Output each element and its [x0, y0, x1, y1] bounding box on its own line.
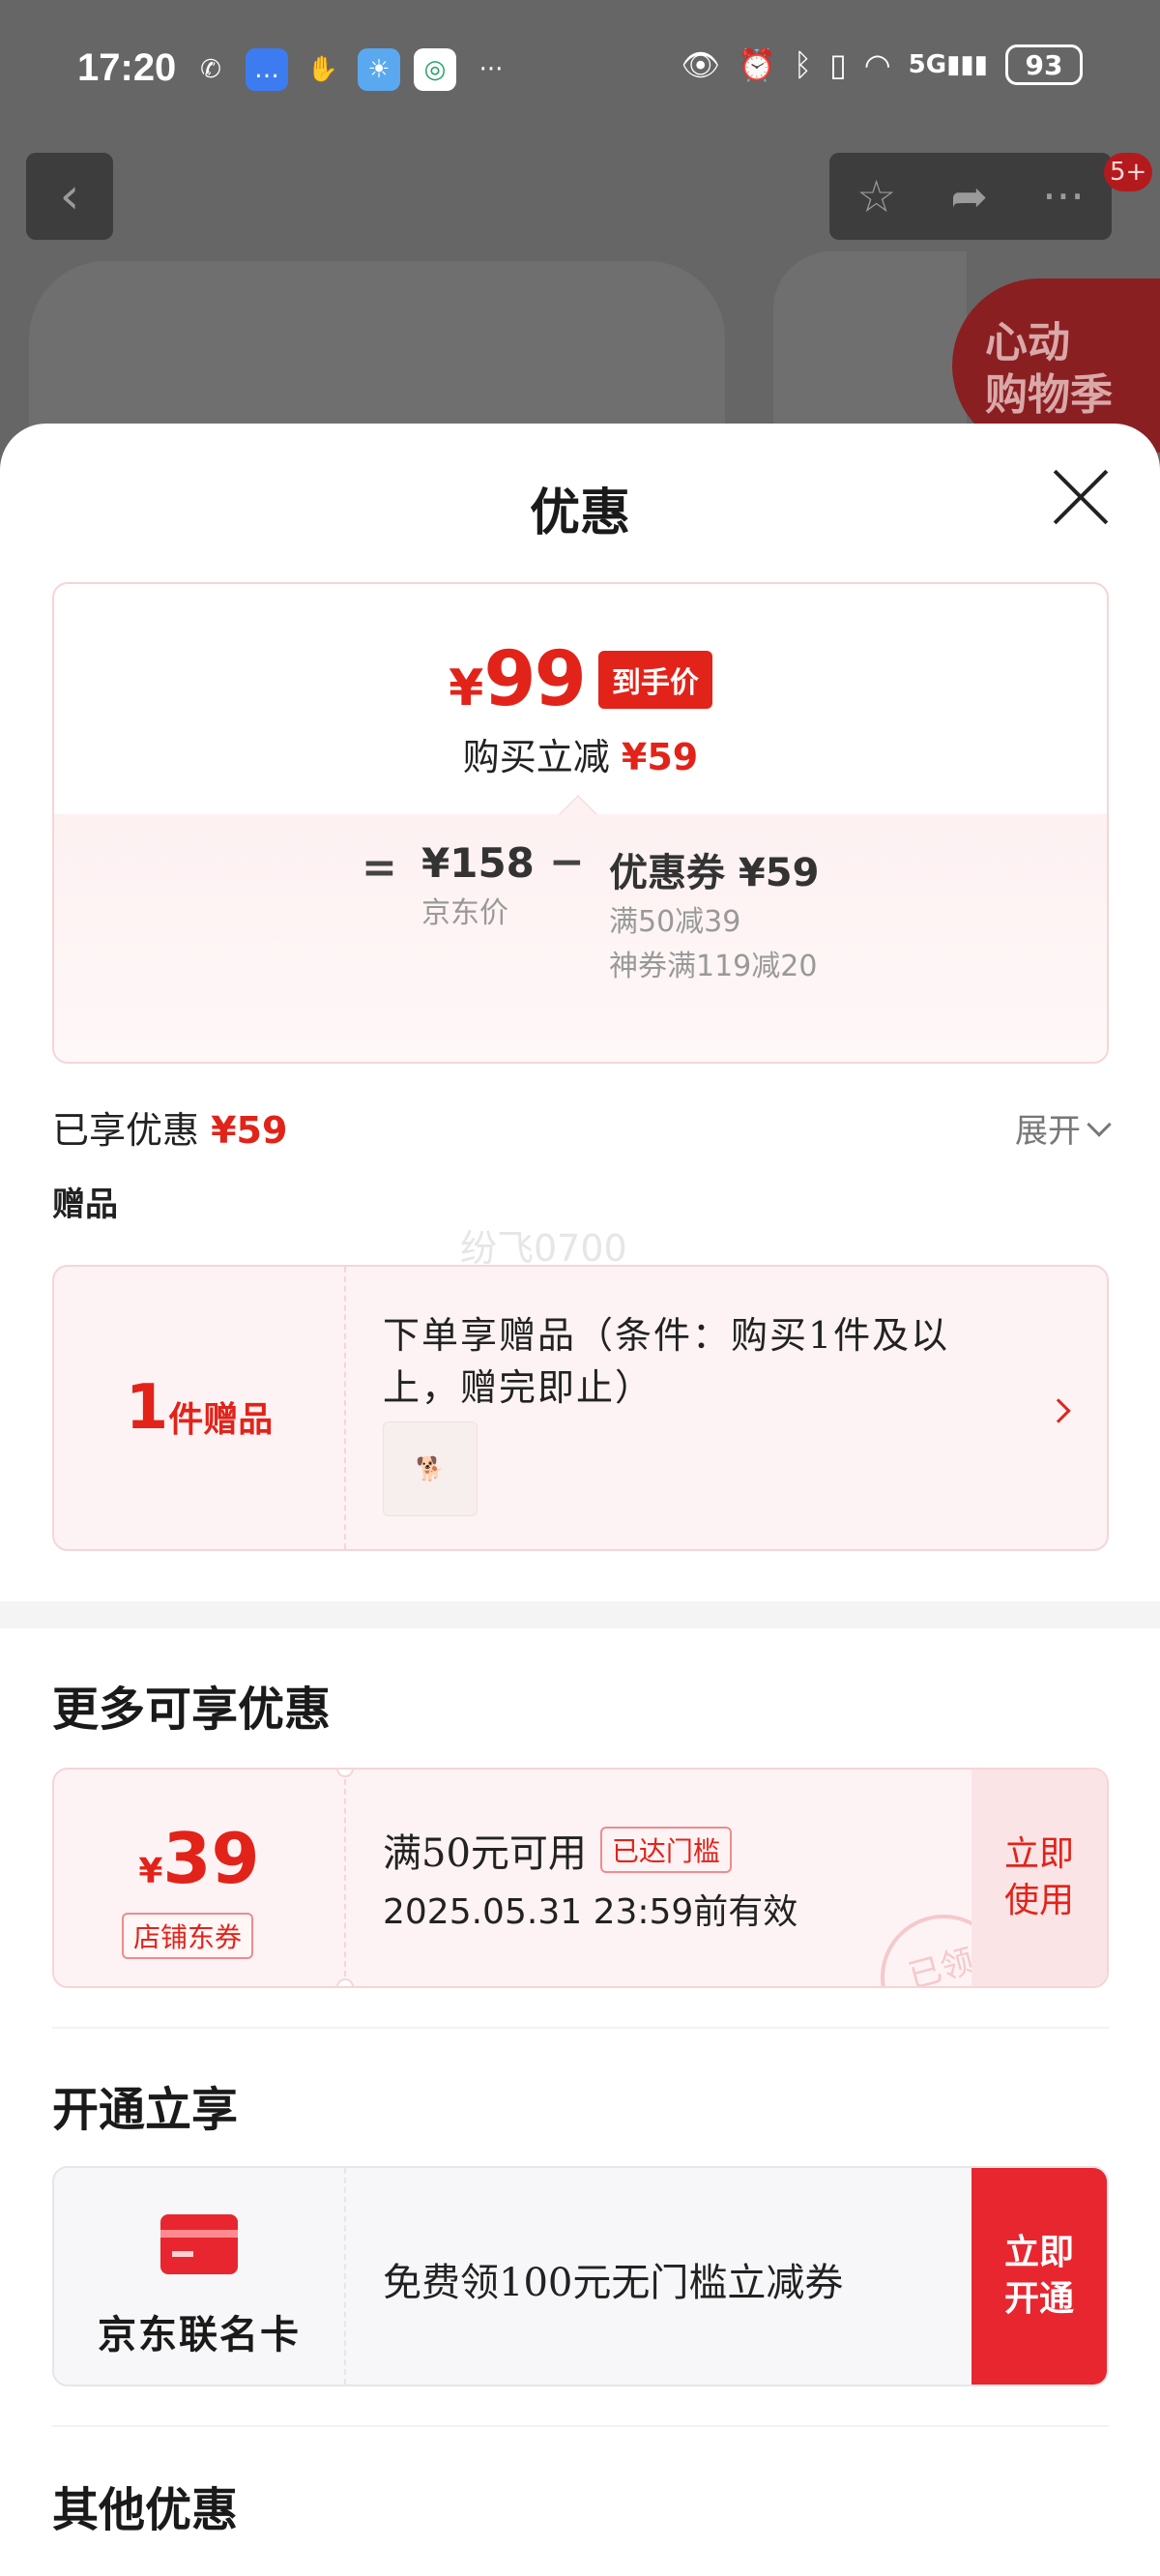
price-summary-card: ¥99 到手价 购买立减 ¥59 = ¥158 京东价 − 优惠券 ¥59 满5…: [52, 582, 1109, 1064]
share-icon[interactable]: ➦: [950, 170, 988, 222]
alarm-icon: ⏰: [738, 46, 776, 83]
final-price-value: 99: [483, 636, 587, 723]
status-time: 17:20: [77, 46, 177, 89]
final-price-row: ¥99 到手价: [54, 636, 1107, 723]
credit-card-icon: [160, 2214, 238, 2274]
chevron-right-icon[interactable]: [1046, 1398, 1071, 1423]
background-page: 心动 购物季 17:20 ✆ … ✋ ☀ ◎ ··· 👁 ⏰ ᛒ ▯ ◠ 5G▮…: [0, 0, 1160, 474]
top-actions: ☆ ➦ ···: [829, 153, 1112, 240]
discount-sheet: 优惠 ¥99 到手价 购买立减 ¥59 = ¥158 京东价 − 优惠券 ¥59…: [0, 424, 1160, 2576]
currency-symbol: ¥: [138, 1852, 163, 1891]
favorite-icon[interactable]: ☆: [856, 170, 896, 222]
price-top: ¥99 到手价 购买立减 ¥59: [54, 584, 1107, 814]
section-separator: [0, 1601, 1160, 1628]
missed-call-icon: ✆: [200, 55, 221, 84]
coupon-breakdown: 优惠券 ¥59 满50减39 神券满119减20: [609, 841, 851, 986]
enjoyed-amount: ¥59: [211, 1109, 288, 1152]
reduce-label: 购买立减: [462, 736, 610, 778]
sheet-title: 优惠: [529, 484, 630, 542]
notification-icons: ✆ … ✋ ☀ ◎ ···: [189, 48, 512, 91]
coupon-type-tag: 店铺东券: [122, 1913, 254, 1959]
base-price-label: 京东价: [421, 896, 508, 930]
cobrand-card-offer: 京东联名卡 免费领100元无门槛立减券 立即 开通: [52, 2166, 1109, 2386]
coupon-amount: ¥39: [54, 1818, 344, 1899]
dashed-divider: [344, 1770, 346, 1986]
close-icon[interactable]: [1050, 466, 1112, 528]
final-price: ¥99: [449, 636, 587, 723]
final-price-badge: 到手价: [597, 651, 712, 709]
status-right: 👁 ⏰ ᛒ ▯ ◠ 5G▮▮▮ 93: [681, 44, 1083, 85]
minus-sign: −: [549, 837, 585, 887]
ticket-punch: [336, 1978, 354, 1986]
expand-label: 展开: [1015, 1112, 1081, 1151]
base-price: ¥158 京东价: [421, 839, 535, 931]
enjoyed-discount: 已享优惠 ¥59: [52, 1100, 287, 1154]
weather-icon: ☀: [358, 48, 400, 91]
gift-card[interactable]: 1 件赠品 下单享赠品（条件：购买1件及以上，赠完即止） 🐕: [52, 1265, 1109, 1551]
coupon-detail: 满50减39: [609, 905, 741, 939]
coupon-expiry: 2025.05.31 23:59前有效: [383, 1892, 798, 1932]
more-icon[interactable]: ···: [1042, 170, 1085, 222]
divider: [52, 2425, 1109, 2427]
eye-icon: 👁: [681, 46, 721, 83]
coupon-condition-text: 满50元可用: [383, 1831, 587, 1876]
coupon-amount-value: 39: [162, 1818, 260, 1899]
use-coupon-button[interactable]: 立即 使用: [972, 1770, 1107, 1986]
battery-icon: 93: [1005, 44, 1083, 85]
watermark: 纷飞0700: [460, 1227, 627, 1270]
back-button[interactable]: ‹: [26, 153, 113, 240]
dashed-divider: [344, 2168, 346, 2385]
price-breakdown: = ¥158 京东价 − 优惠券 ¥59 满50减39 神券满119减20: [54, 814, 1107, 1062]
gift-thumbnail-image[interactable]: 🐕: [383, 1421, 478, 1516]
wifi-icon: ◠: [863, 46, 891, 83]
more-discounts-title: 更多可享优惠: [52, 1683, 332, 1737]
base-price-value: ¥158: [421, 839, 535, 887]
divider: [52, 2027, 1109, 2029]
card-offer-description: 免费领100元无门槛立减券: [383, 2261, 844, 2305]
coupon-total: 优惠券 ¥59: [609, 851, 820, 895]
gift-count: 1: [125, 1372, 169, 1444]
more-notifications-icon: ···: [478, 55, 504, 84]
dashed-divider: [344, 1267, 346, 1549]
coupon-detail: 神券满119减20: [609, 950, 818, 983]
coupon-value-area: ¥39 店铺东券: [54, 1770, 344, 1986]
gift-description: 下单享赠品（条件：购买1件及以上，赠完即止）: [383, 1314, 950, 1409]
gift-unit: 件赠品: [168, 1400, 274, 1440]
vibrate-icon: ▯: [829, 46, 847, 83]
shop-coupon-card: ¥39 店铺东券 满50元可用 已达门槛 2025.05.31 23:59前有效…: [52, 1768, 1109, 1988]
gift-count-area: 1 件赠品: [54, 1267, 344, 1549]
hand-icon: ✋: [306, 55, 339, 84]
enjoyed-label: 已享优惠: [52, 1109, 200, 1152]
card-name: 京东联名卡: [98, 2312, 301, 2357]
threshold-badge: 已达门槛: [599, 1827, 732, 1873]
open-card-button[interactable]: 立即 开通: [972, 2168, 1107, 2385]
signal-icon: 5G▮▮▮: [908, 50, 988, 79]
open-benefits-title: 开通立享: [52, 2083, 239, 2137]
reduce-line: 购买立减 ¥59: [54, 727, 1107, 780]
currency-symbol: ¥: [449, 659, 484, 717]
bluetooth-icon: ᛒ: [793, 46, 813, 83]
reduce-amount: ¥59: [621, 736, 699, 778]
mobile-app-icon: ◎: [414, 48, 456, 91]
coupon-condition: 满50元可用 已达门槛: [383, 1822, 732, 1878]
message-icon: …: [246, 48, 288, 91]
expand-button[interactable]: 展开: [1015, 1104, 1112, 1152]
equals-sign: =: [362, 843, 397, 893]
other-discounts-title: 其他优惠: [52, 2483, 239, 2537]
gift-section-label: 赠品: [52, 1186, 118, 1224]
status-bar: 17:20 ✆ … ✋ ☀ ◎ ··· 👁 ⏰ ᛒ ▯ ◠ 5G▮▮▮ 93: [0, 0, 1160, 135]
cart-badge: 5+: [1104, 153, 1153, 191]
chevron-down-icon: [1087, 1111, 1112, 1137]
